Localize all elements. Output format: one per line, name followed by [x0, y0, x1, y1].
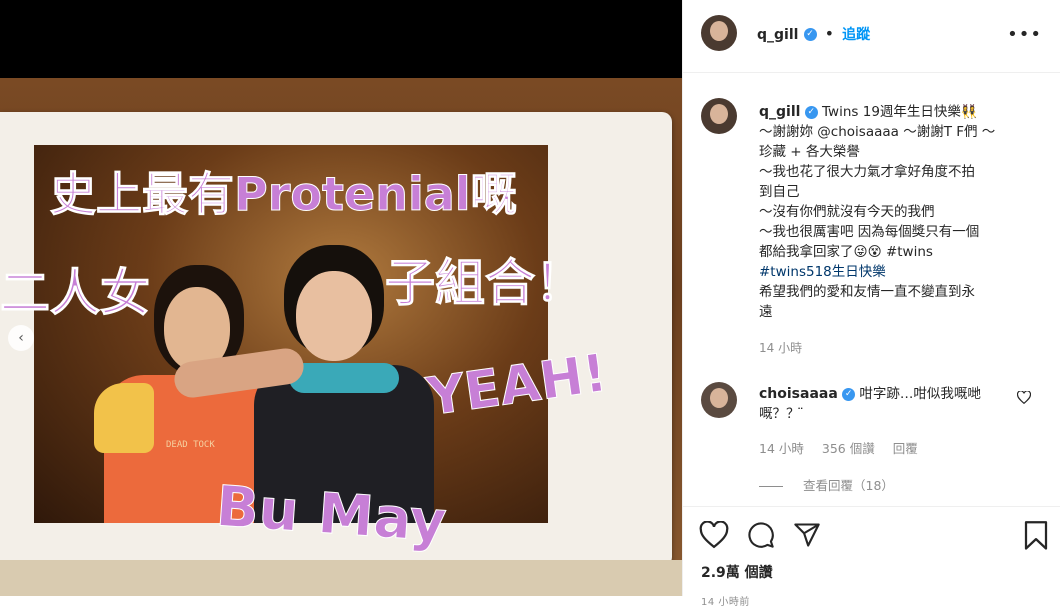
hashtag-link[interactable]: #twins518生日快樂	[759, 262, 1031, 282]
scrawl-line2: 二人女	[0, 264, 150, 322]
comment-username[interactable]: choisaaaa	[759, 386, 838, 402]
caption-line: ～沒有你們就沒有今天的我們	[759, 204, 935, 220]
caption-line: 遠	[759, 304, 773, 320]
view-replies-button[interactable]: 查看回覆（18）	[759, 475, 894, 494]
caption-avatar[interactable]	[701, 98, 737, 134]
save-icon[interactable]	[1023, 521, 1053, 551]
post-time: 14 小時前	[701, 597, 750, 608]
comment-meta: 14 小時 356 個讚 回覆	[759, 438, 932, 457]
action-bar: 2.9萬 個讚 14 小時前	[683, 506, 1060, 608]
verified-badge-icon: ✓	[804, 105, 818, 119]
caption-line: Twins 19週年生日快樂👯‍♀️	[822, 104, 978, 120]
scrawl-line5: Bu May	[214, 474, 448, 555]
caption-line: 都給我拿回家了😜😵 #twins	[759, 244, 933, 260]
comment-icon[interactable]	[747, 521, 777, 551]
caption-time[interactable]: 14 小時	[759, 338, 1031, 358]
caption-line: 希望我們的愛和友情一直不變直到永	[759, 284, 975, 300]
likes-count[interactable]: 2.9萬 個讚	[701, 562, 773, 582]
caption-line: ～我也很厲害吧 因為每個獎只有一個	[759, 224, 980, 240]
share-icon[interactable]	[793, 521, 823, 551]
comment-like-icon[interactable]	[1016, 390, 1032, 407]
caption-line: 到自己	[759, 184, 800, 200]
comment: choisaaaa ✓ 咁字跡…咁似我嘅哋 嘅？？ ̈	[759, 384, 1014, 424]
scrawl-line1: 史上最有Protenial嘅	[50, 167, 517, 221]
caption: q_gill ✓ Twins 19週年生日快樂👯‍♀️ ～謝謝妳 @choisa…	[759, 102, 1031, 358]
caption-line: 珍藏 + 各大榮譽	[759, 144, 860, 160]
comment-time[interactable]: 14 小時	[759, 441, 804, 456]
caption-line: ～謝謝妳 @choisaaaa ～謝謝T F們 ～	[759, 124, 996, 140]
handwriting-overlay: 史上最有Protenial嘅 二人女 子組合！ YEAH! Bu May	[0, 167, 611, 556]
polaroid-edge	[0, 560, 682, 596]
comment-likes[interactable]: 356 個讚	[822, 441, 875, 456]
avatar[interactable]	[701, 15, 737, 51]
more-options-icon[interactable]: •••	[1007, 24, 1042, 45]
view-replies-label: 查看回覆（18）	[803, 478, 894, 493]
caption-username[interactable]: q_gill	[759, 104, 800, 120]
post-username[interactable]: q_gill	[757, 27, 798, 43]
scrawl-line4: YEAH!	[422, 343, 610, 428]
verified-badge-icon: ✓	[842, 387, 856, 401]
carousel-prev-button[interactable]: ‹	[8, 325, 34, 351]
chevron-left-icon: ‹	[18, 330, 24, 346]
post-header: q_gill ✓ • 追蹤 •••	[683, 0, 1060, 73]
post-photo[interactable]: DEAD TOCK 史上最有Protenial嘅 二人女 子組合！ YEAH! …	[0, 0, 682, 596]
comment-avatar[interactable]	[701, 382, 737, 418]
reply-button[interactable]: 回覆	[893, 441, 918, 456]
verified-badge-icon: ✓	[803, 28, 817, 41]
scrawl-line3: 子組合！	[385, 254, 585, 312]
comment-text: 嘅？？ ̈	[759, 406, 804, 422]
follow-button[interactable]: 追蹤	[842, 27, 870, 43]
comment-text: 咁字跡…咁似我嘅哋	[859, 386, 981, 402]
caption-line: ～我也花了很大力氣才拿好角度不拍	[759, 164, 975, 180]
like-icon[interactable]	[699, 520, 729, 551]
divider	[759, 486, 783, 487]
post-sidebar: q_gill ✓ • 追蹤 ••• q_gill ✓ Twins 19週年生日快…	[682, 0, 1060, 608]
